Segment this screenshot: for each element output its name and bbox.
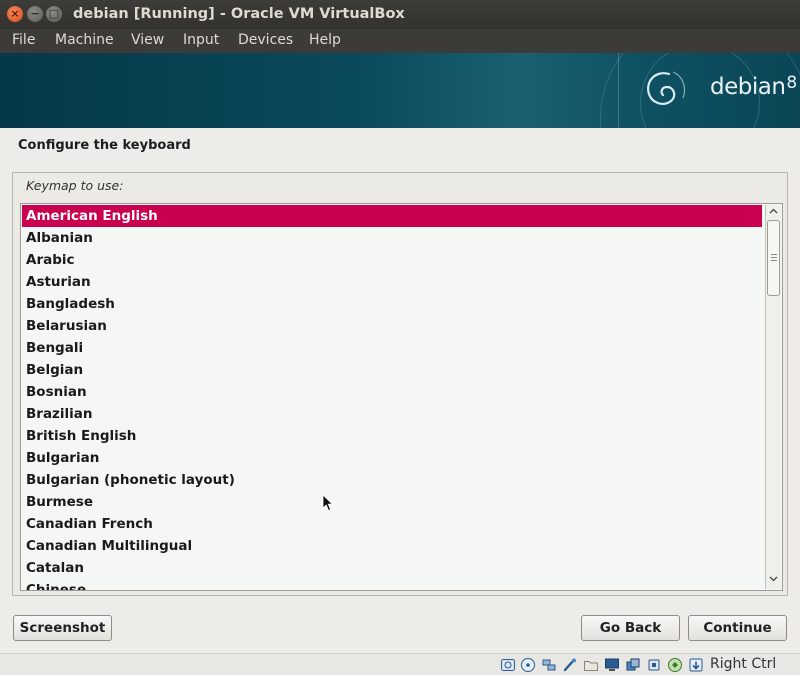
debian-swirl-icon xyxy=(647,71,686,105)
keymap-option[interactable]: Canadian Multilingual xyxy=(22,535,762,557)
scroll-down-arrow-icon[interactable] xyxy=(767,574,780,588)
window-titlebar: × − □ debian [Running] - Oracle VM Virtu… xyxy=(0,0,800,29)
menu-machine[interactable]: Machine xyxy=(55,32,114,48)
maximize-window-button[interactable]: □ xyxy=(46,6,62,22)
menubar: File Machine View Input Devices Help xyxy=(0,29,800,53)
keymap-option[interactable]: Arabic xyxy=(22,249,762,271)
keymap-option[interactable]: Catalan xyxy=(22,557,762,579)
banner-divider xyxy=(618,53,619,128)
brand-version: 8 xyxy=(786,73,797,93)
scrollbar-grip xyxy=(771,254,777,255)
keymap-option[interactable]: Belarusian xyxy=(22,315,762,337)
keymap-label: Keymap to use: xyxy=(26,178,124,193)
keymap-option[interactable]: Albanian xyxy=(22,227,762,249)
display-icon[interactable] xyxy=(604,657,620,673)
keymap-option[interactable]: Brazilian xyxy=(22,403,762,425)
network-icon[interactable] xyxy=(562,657,578,673)
cpu-icon[interactable] xyxy=(646,657,662,673)
scrollbar-thumb[interactable] xyxy=(767,220,780,296)
usb-icon[interactable] xyxy=(541,657,557,673)
mouse-pointer-icon xyxy=(322,494,334,512)
keymap-frame: Keymap to use: American English Albanian A… xyxy=(12,172,788,596)
keymap-option[interactable]: Bulgarian (phonetic layout) xyxy=(22,469,762,491)
continue-button[interactable]: Continue xyxy=(688,615,787,641)
hard-disk-icon[interactable] xyxy=(500,657,516,673)
menu-help[interactable]: Help xyxy=(309,32,341,48)
scroll-up-arrow-icon[interactable] xyxy=(767,206,780,220)
keymap-option[interactable]: Asturian xyxy=(22,271,762,293)
keymap-option[interactable]: Bulgarian xyxy=(22,447,762,469)
page-title: Configure the keyboard xyxy=(18,138,191,153)
mouse-integration-icon[interactable] xyxy=(667,657,683,673)
optical-drive-icon[interactable] xyxy=(520,657,536,673)
scrollbar-grip xyxy=(771,260,777,261)
keymap-option[interactable]: Burmese xyxy=(22,491,762,513)
go-back-button[interactable]: Go Back xyxy=(581,615,680,641)
vm-statusbar: Right Ctrl xyxy=(0,653,800,675)
keymap-option[interactable]: Belgian xyxy=(22,359,762,381)
menu-file[interactable]: File xyxy=(12,32,35,48)
window-title: debian [Running] - Oracle VM VirtualBox xyxy=(73,6,405,22)
keymap-option[interactable]: American English xyxy=(22,205,762,227)
menu-input[interactable]: Input xyxy=(183,32,219,48)
keymap-option[interactable]: Bangladesh xyxy=(22,293,762,315)
video-capture-icon[interactable] xyxy=(625,657,641,673)
menu-devices[interactable]: Devices xyxy=(238,32,293,48)
scrollbar-grip xyxy=(771,257,777,258)
menu-view[interactable]: View xyxy=(131,32,164,48)
debian-banner: debian8 xyxy=(0,53,800,128)
minimize-window-button[interactable]: − xyxy=(27,6,43,22)
keymap-option[interactable]: Canadian French xyxy=(22,513,762,535)
brand-name: debian xyxy=(710,74,786,100)
shared-folders-icon[interactable] xyxy=(583,657,599,673)
keymap-option[interactable]: Bosnian xyxy=(22,381,762,403)
keymap-option[interactable]: British English xyxy=(22,425,762,447)
keymap-list: American English Albanian Arabic Asturian Ba… xyxy=(22,205,762,590)
scrollbar[interactable] xyxy=(765,205,781,589)
keymap-listbox[interactable]: American English Albanian Arabic Asturian Ba… xyxy=(20,203,783,591)
close-window-button[interactable]: × xyxy=(7,6,23,22)
keymap-option[interactable]: Bengali xyxy=(22,337,762,359)
host-key-label: Right Ctrl xyxy=(710,656,777,672)
keymap-option[interactable]: Chinese xyxy=(22,579,762,590)
installer-content: Configure the keyboard Keymap to use: Am… xyxy=(0,128,800,653)
debian-brand: debian8 xyxy=(710,73,797,100)
screenshot-button[interactable]: Screenshot xyxy=(13,615,112,641)
keyboard-capture-icon[interactable] xyxy=(688,657,704,673)
